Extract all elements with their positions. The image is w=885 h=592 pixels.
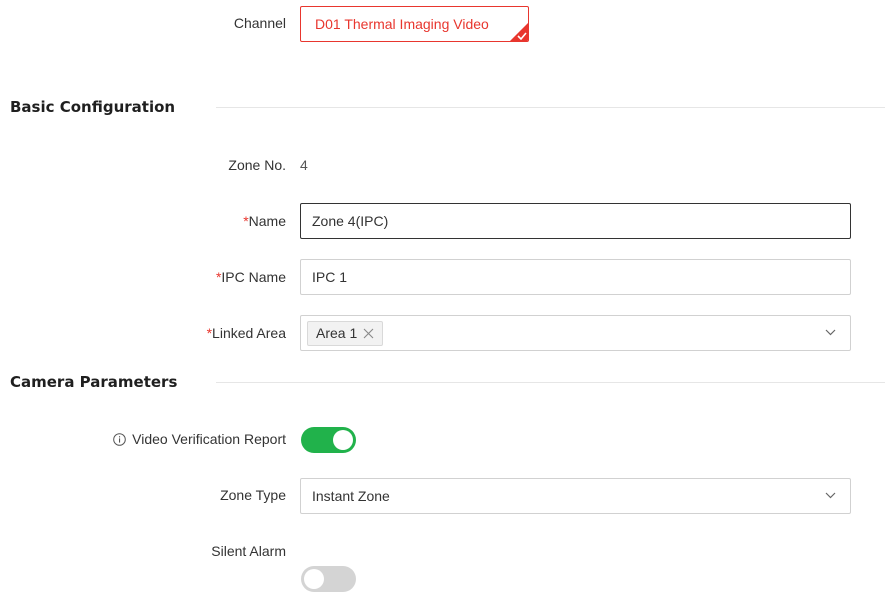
ipc-name-input-value: IPC 1 <box>312 269 348 285</box>
linked-area-label: *Linked Area <box>150 325 286 341</box>
zone-type-label: Zone Type <box>220 487 286 503</box>
name-label-text: Name <box>248 213 286 229</box>
linked-area-select[interactable]: Area 1 <box>300 315 851 351</box>
ipc-name-label-text: IPC Name <box>221 269 286 285</box>
zone-no-label: Zone No. <box>228 157 286 173</box>
ipc-name-label: *IPC Name <box>150 269 286 285</box>
zone-no-value: 4 <box>300 157 308 173</box>
video-verification-label-text: Video Verification Report <box>132 431 286 447</box>
channel-value: D01 Thermal Imaging Video <box>315 16 489 32</box>
name-label: *Name <box>150 213 286 229</box>
zone-type-select[interactable]: Instant Zone <box>300 478 851 514</box>
channel-label: Channel <box>233 15 286 31</box>
silent-alarm-toggle[interactable] <box>301 566 356 592</box>
section-title-camera-parameters: Camera Parameters <box>10 373 178 391</box>
section-title-basic-configuration: Basic Configuration <box>10 98 176 116</box>
chevron-down-icon[interactable] <box>825 329 836 336</box>
check-icon <box>517 32 527 40</box>
name-input[interactable]: Zone 4(IPC) <box>300 203 851 239</box>
section-divider <box>216 107 885 108</box>
name-input-value: Zone 4(IPC) <box>312 213 389 229</box>
video-verification-toggle[interactable] <box>301 427 356 453</box>
linked-area-tag-label: Area 1 <box>316 325 358 341</box>
video-verification-label: Video Verification Report <box>60 431 286 447</box>
toggle-knob <box>304 569 324 589</box>
section-divider <box>216 382 885 383</box>
toggle-knob <box>333 430 353 450</box>
info-icon[interactable] <box>113 433 126 446</box>
silent-alarm-label: Silent Alarm <box>211 543 286 559</box>
chevron-down-icon <box>825 492 836 499</box>
linked-area-tag: Area 1 <box>307 320 384 346</box>
close-icon[interactable] <box>363 328 374 339</box>
ipc-name-input[interactable]: IPC 1 <box>300 259 851 295</box>
zone-type-value: Instant Zone <box>312 488 390 504</box>
channel-selector-button[interactable]: D01 Thermal Imaging Video <box>300 6 529 42</box>
linked-area-label-text: Linked Area <box>212 325 286 341</box>
